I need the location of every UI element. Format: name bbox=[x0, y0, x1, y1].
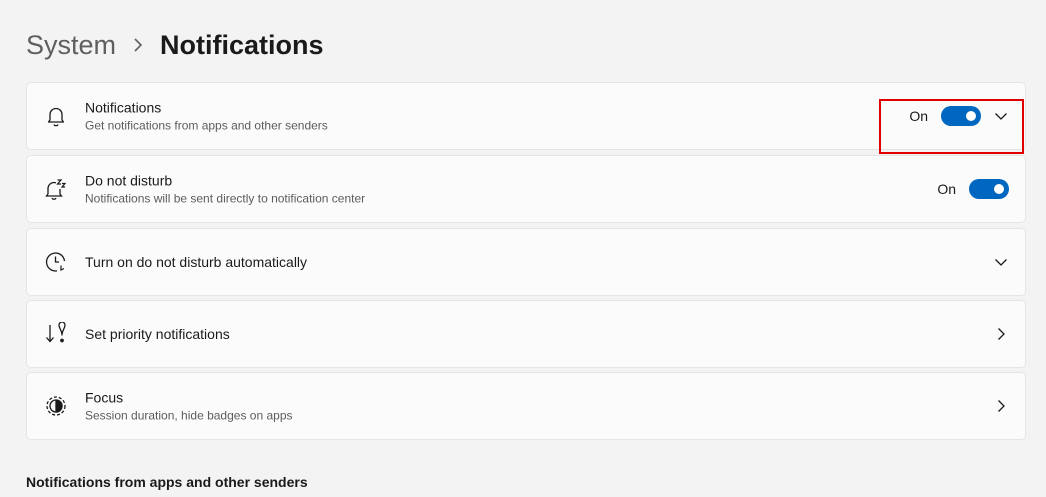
notifications-card[interactable]: Notifications Get notifications from app… bbox=[26, 82, 1026, 150]
toggle-knob bbox=[994, 184, 1004, 194]
auto-dnd-title: Turn on do not disturb automatically bbox=[85, 254, 308, 270]
chevron-right-icon bbox=[132, 38, 144, 52]
focus-subtitle: Session duration, hide badges on apps bbox=[85, 408, 293, 423]
clock-icon bbox=[44, 250, 68, 274]
chevron-right-icon[interactable] bbox=[993, 398, 1009, 414]
page-title: Notifications bbox=[160, 30, 324, 60]
do-not-disturb-card: Do not disturb Notifications will be sen… bbox=[26, 155, 1026, 223]
chevron-right-icon[interactable] bbox=[993, 326, 1009, 342]
priority-title: Set priority notifications bbox=[85, 326, 230, 342]
notifications-subtitle: Get notifications from apps and other se… bbox=[85, 118, 328, 133]
focus-card[interactable]: Focus Session duration, hide badges on a… bbox=[26, 372, 1026, 440]
section-heading: Notifications from apps and other sender… bbox=[26, 474, 308, 490]
bell-snooze-icon bbox=[44, 177, 68, 201]
notifications-title: Notifications bbox=[85, 99, 162, 116]
dnd-toggle-label: On bbox=[937, 181, 956, 197]
focus-icon bbox=[44, 394, 68, 418]
dnd-toggle[interactable] bbox=[969, 179, 1009, 199]
bell-icon bbox=[44, 104, 68, 128]
highlight-box bbox=[879, 99, 1024, 154]
priority-icon bbox=[44, 322, 68, 346]
dnd-subtitle: Notifications will be sent directly to n… bbox=[85, 191, 366, 206]
auto-dnd-card[interactable]: Turn on do not disturb automatically bbox=[26, 228, 1026, 296]
breadcrumb-system-link[interactable]: System bbox=[26, 28, 116, 62]
breadcrumb: System Notifications bbox=[26, 28, 324, 62]
focus-title: Focus bbox=[85, 389, 124, 406]
chevron-down-icon[interactable] bbox=[993, 254, 1009, 270]
dnd-toggle-group: On bbox=[937, 179, 1009, 199]
dnd-title: Do not disturb bbox=[85, 172, 173, 189]
priority-card[interactable]: Set priority notifications bbox=[26, 300, 1026, 368]
